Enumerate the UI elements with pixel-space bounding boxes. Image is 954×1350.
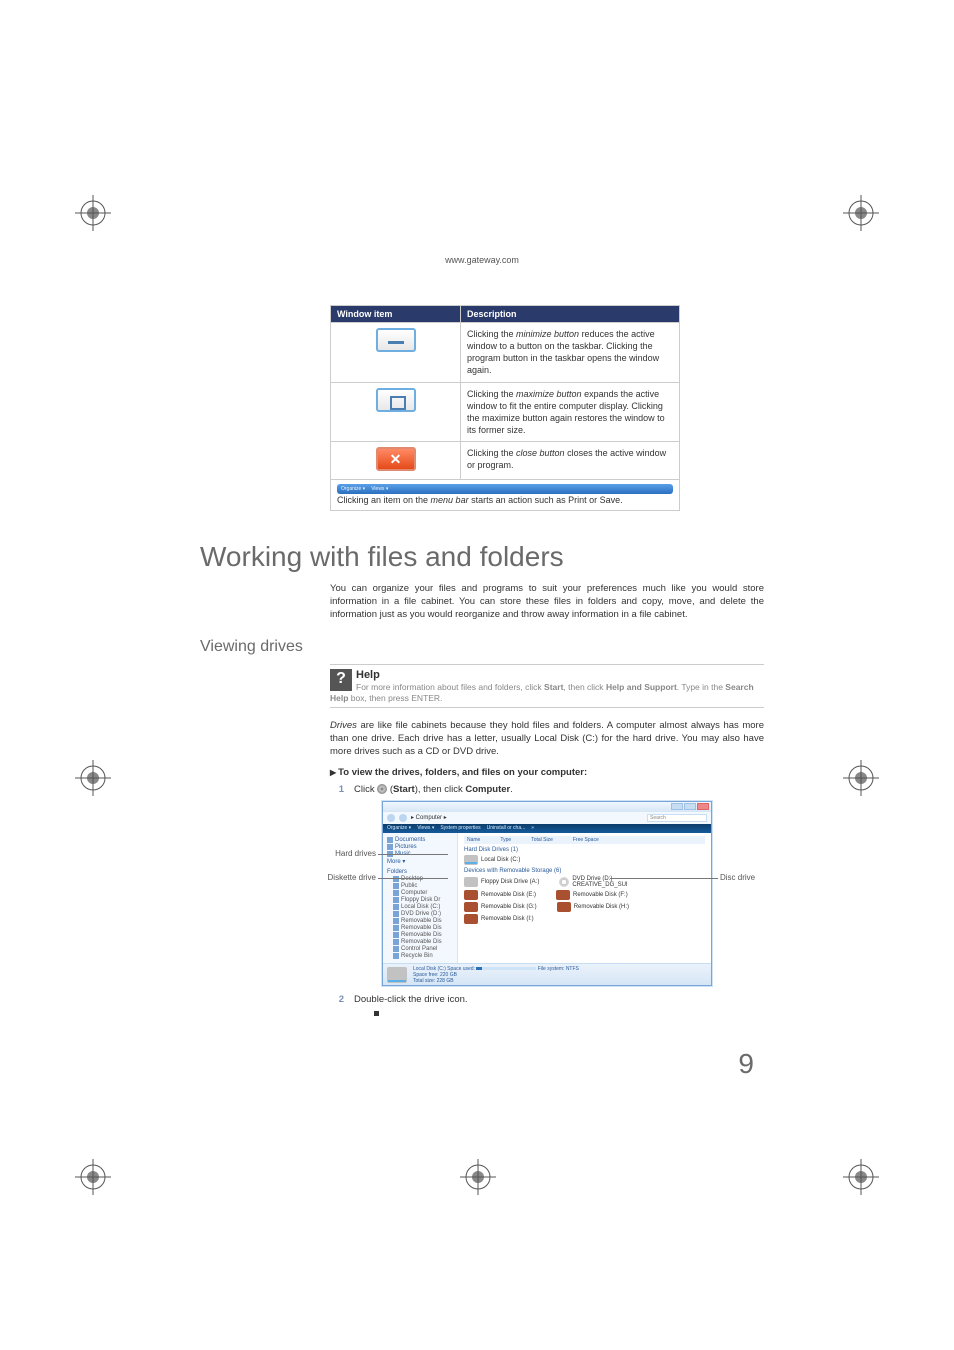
minimize-desc: Clicking the minimize button reduces the… [461, 323, 680, 383]
close-icon [697, 803, 709, 810]
usb-icon [393, 939, 399, 945]
header-url: www.gateway.com [200, 255, 764, 265]
menubar-desc: Organize ▾ Views ▾ Clicking an item on t… [331, 480, 680, 511]
removable-drive-icon [557, 902, 571, 912]
registration-mark-ml [75, 760, 111, 796]
col-description: Description [461, 306, 680, 323]
drives-paragraph: Drives are like file cabinets because th… [330, 720, 764, 758]
usb-icon [393, 925, 399, 931]
floppy-drive-icon [464, 877, 478, 887]
usb-icon [393, 918, 399, 924]
hdd-icon [393, 904, 399, 910]
recycle-bin-icon [393, 953, 399, 959]
explorer-main: NameTypeTotal SizeFree Space Hard Disk D… [458, 833, 711, 963]
explorer-screenshot: Hard drives Diskette drive Disc drive ▸ … [310, 801, 760, 986]
desktop-icon [393, 876, 399, 882]
registration-mark-tl [75, 195, 111, 231]
registration-mark-tr [843, 195, 879, 231]
floppy-icon [393, 897, 399, 903]
minimize-icon [671, 803, 683, 810]
registration-mark-mr [843, 760, 879, 796]
search-box: Search [647, 814, 707, 822]
folder-icon [387, 844, 393, 850]
explorer-window: ▸ Computer ▸ Search Organize ▾ Views ▾ S… [382, 801, 712, 986]
maximize-icon [684, 803, 696, 810]
start-orb-icon [377, 784, 387, 794]
procedure-title: ▶To view the drives, folders, and files … [330, 767, 764, 778]
heading-working-with-files: Working with files and folders [200, 541, 764, 573]
registration-mark-bc [460, 1159, 496, 1195]
usb-icon [393, 932, 399, 938]
step-2: 2 Double-click the drive icon. [330, 994, 764, 1005]
help-callout: ? Help For more information about files … [330, 664, 764, 708]
maximize-desc: Clicking the maximize button expands the… [461, 382, 680, 442]
back-icon [387, 814, 395, 822]
registration-mark-bl [75, 1159, 111, 1195]
dvd-drive-icon [559, 877, 569, 887]
computer-icon [393, 890, 399, 896]
explorer-sidebar: Documents Pictures Music More ▾ Folders … [383, 833, 458, 963]
window-items-table: Window item Description Clicking the min… [330, 305, 680, 511]
explorer-details-pane: Local Disk (C:) Space used: File system:… [383, 963, 711, 985]
intro-paragraph: You can organize your files and programs… [330, 583, 764, 621]
callout-disc-drive: Disc drive [720, 873, 755, 882]
col-window-item: Window item [331, 306, 461, 323]
explorer-toolbar: Organize ▾ Views ▾ System properties Uni… [383, 824, 711, 833]
step-number: 2 [330, 994, 344, 1005]
step-number: 1 [330, 784, 344, 795]
forward-icon [399, 814, 407, 822]
folder-icon [393, 883, 399, 889]
close-button-graphic [376, 447, 416, 471]
removable-drive-icon [464, 890, 478, 900]
menubar-graphic: Organize ▾ Views ▾ [337, 484, 673, 494]
removable-drive-icon [464, 914, 478, 924]
page-number: 9 [738, 1048, 754, 1080]
end-of-procedure-icon [374, 1011, 379, 1016]
callout-hard-drives: Hard drives [306, 849, 376, 858]
removable-drive-icon [464, 902, 478, 912]
folder-icon [387, 837, 393, 843]
cd-icon [393, 911, 399, 917]
hdd-icon [387, 967, 407, 983]
page-body: www.gateway.com Window item Description … [200, 255, 764, 1022]
removable-drive-icon [556, 890, 570, 900]
step-1: 1 Click (Start), then click Computer. [330, 784, 764, 795]
help-title: Help [330, 668, 764, 682]
help-text: For more information about files and fol… [330, 682, 764, 704]
explorer-address-bar: ▸ Computer ▸ Search [383, 812, 711, 824]
minimize-button-graphic [376, 328, 416, 352]
close-desc: Clicking the close button closes the act… [461, 442, 680, 480]
maximize-button-graphic [376, 388, 416, 412]
help-icon: ? [330, 669, 352, 691]
registration-mark-br [843, 1159, 879, 1195]
control-panel-icon [393, 946, 399, 952]
callout-diskette-drive: Diskette drive [306, 873, 376, 882]
heading-viewing-drives: Viewing drives [200, 638, 764, 656]
hdd-drive-icon [464, 855, 478, 865]
explorer-titlebar [383, 802, 711, 812]
